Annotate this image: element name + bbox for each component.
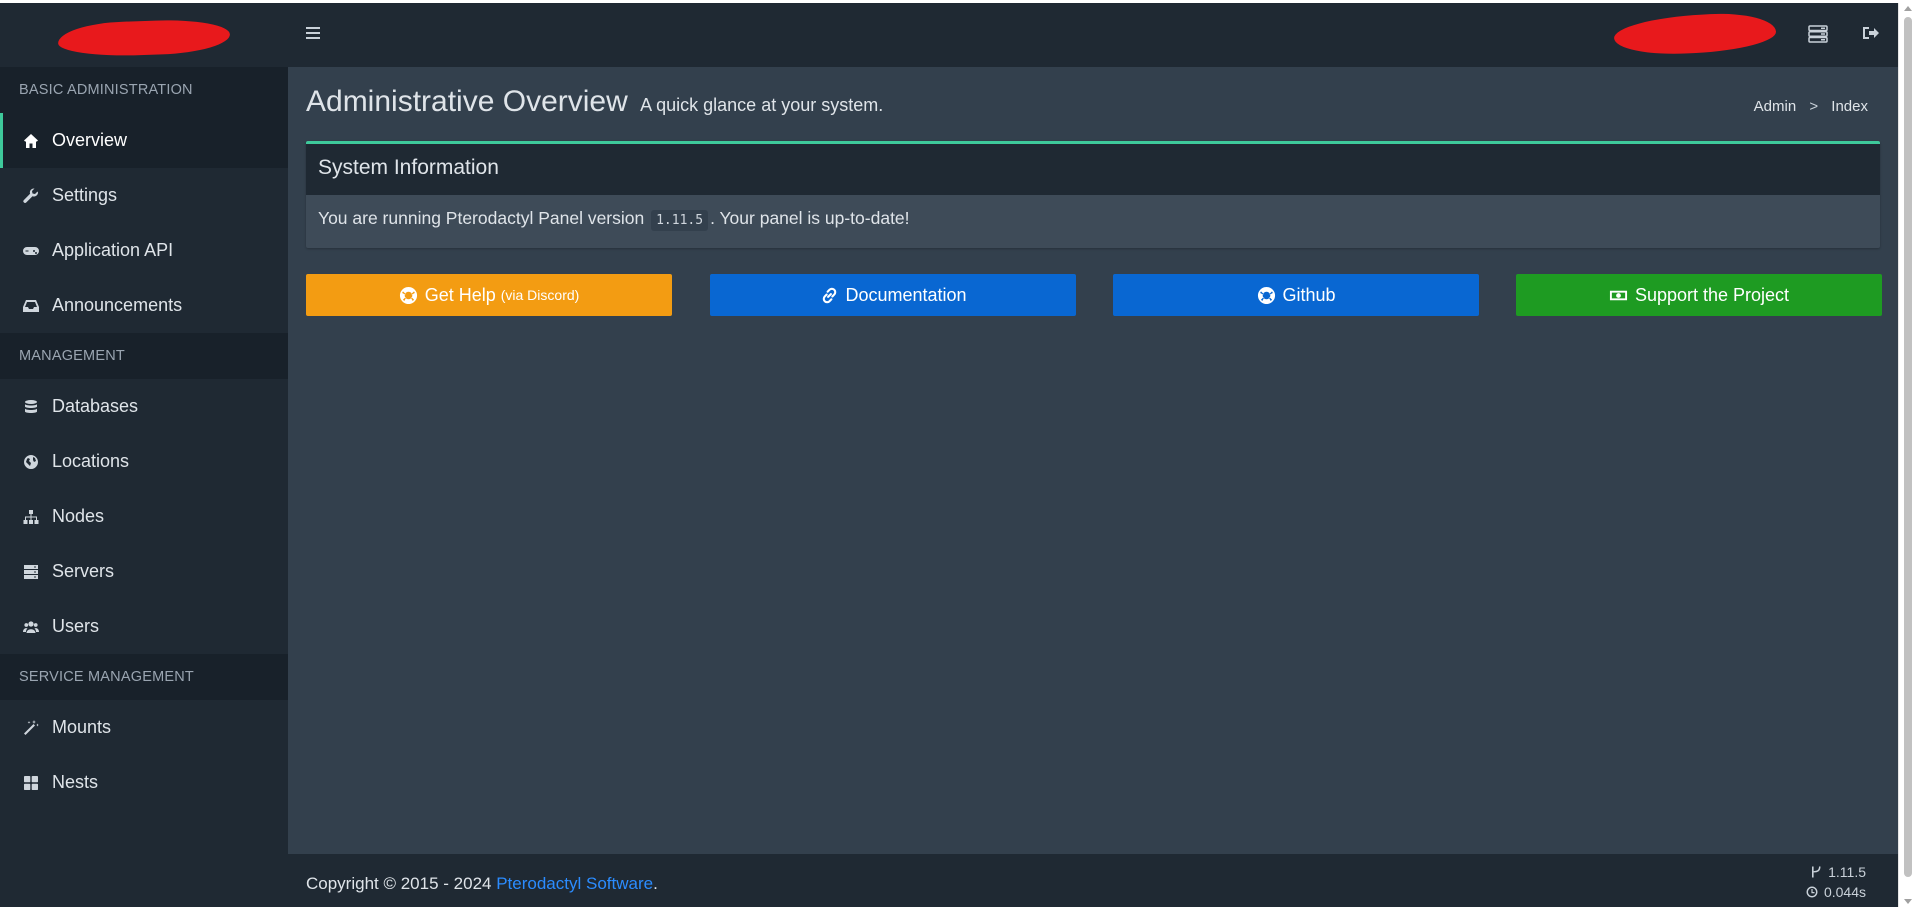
wrench-icon bbox=[22, 187, 40, 205]
sidebar-item-nests[interactable]: Nests bbox=[0, 755, 288, 810]
inbox-icon bbox=[22, 297, 40, 315]
gamepad-icon bbox=[22, 242, 40, 260]
redacted-logo bbox=[57, 18, 231, 58]
footer-meta: 1.11.5 0.044s bbox=[1806, 862, 1866, 902]
scrollbar-thumb[interactable] bbox=[1904, 17, 1912, 877]
sidebar-item-label: Mounts bbox=[52, 717, 112, 737]
copyright-prefix: Copyright © 2015 - 2024 bbox=[306, 874, 492, 893]
sidebar-item-mounts[interactable]: Mounts bbox=[0, 700, 288, 755]
scroll-down-icon[interactable] bbox=[1904, 899, 1912, 904]
sidebar-item-overview[interactable]: Overview bbox=[0, 113, 288, 168]
sidebar-item-label: Nests bbox=[52, 772, 99, 792]
sidebar: BASIC ADMINISTRATION Overview Settings A… bbox=[0, 67, 288, 907]
get-help-label: Get Help bbox=[424, 284, 496, 305]
home-icon bbox=[22, 132, 40, 150]
get-help-suffix: (via Discord) bbox=[500, 287, 580, 303]
support-project-label: Support the Project bbox=[1634, 284, 1790, 305]
magic-wand-icon bbox=[22, 719, 40, 737]
clock-icon bbox=[1806, 886, 1818, 898]
system-information-box: System Information You are running Ptero… bbox=[306, 141, 1880, 248]
github-button[interactable]: Github bbox=[1113, 274, 1479, 316]
users-icon bbox=[22, 618, 40, 636]
documentation-label: Documentation bbox=[845, 284, 967, 305]
sidebar-item-label: Application API bbox=[52, 240, 174, 260]
version-text-after: . Your panel is up-to-date! bbox=[710, 208, 910, 228]
system-information-title: System Information bbox=[306, 144, 1880, 195]
sidebar-toggle-icon[interactable] bbox=[306, 27, 320, 39]
documentation-button[interactable]: Documentation bbox=[710, 274, 1076, 316]
sidebar-item-label: Users bbox=[52, 616, 100, 636]
support-project-button[interactable]: Support the Project bbox=[1516, 274, 1882, 316]
sidebar-item-databases[interactable]: Databases bbox=[0, 379, 288, 434]
sign-out-icon[interactable] bbox=[1862, 25, 1884, 45]
sidebar-header-management: MANAGEMENT bbox=[0, 333, 288, 379]
github-label: Github bbox=[1282, 284, 1336, 305]
sidebar-item-settings[interactable]: Settings bbox=[0, 168, 288, 223]
footer-time: 0.044s bbox=[1823, 884, 1866, 900]
sidebar-item-label: Settings bbox=[52, 185, 118, 205]
breadcrumb-item-index: Index bbox=[1831, 98, 1868, 115]
breadcrumb-separator: > bbox=[1809, 98, 1819, 115]
sidebar-item-label: Locations bbox=[52, 451, 130, 471]
money-icon bbox=[1609, 285, 1629, 305]
sidebar-item-label: Nodes bbox=[52, 506, 105, 526]
database-icon bbox=[22, 398, 40, 416]
page-title-text: Administrative Overview bbox=[306, 85, 628, 118]
page-subtitle: A quick glance at your system. bbox=[640, 95, 884, 115]
version-text-before: You are running Pterodactyl Panel versio… bbox=[318, 208, 645, 228]
breadcrumb: Admin > Index bbox=[1754, 98, 1868, 115]
life-ring-icon bbox=[1256, 285, 1276, 305]
logo-area[interactable] bbox=[0, 3, 288, 67]
app-window: BASIC ADMINISTRATION Overview Settings A… bbox=[0, 3, 1898, 907]
life-ring-icon bbox=[399, 285, 419, 305]
sidebar-item-label: Databases bbox=[52, 396, 139, 416]
version-code: 1.11.5 bbox=[651, 210, 709, 231]
breadcrumb-item-admin[interactable]: Admin bbox=[1754, 98, 1797, 115]
sidebar-item-label: Servers bbox=[52, 561, 115, 581]
sidebar-header-basic: BASIC ADMINISTRATION bbox=[0, 67, 288, 113]
copyright-suffix: . bbox=[653, 874, 658, 893]
sidebar-item-users[interactable]: Users bbox=[0, 599, 288, 654]
sidebar-item-label: Announcements bbox=[52, 295, 183, 315]
page-title: Administrative Overview A quick glance a… bbox=[306, 85, 883, 119]
system-information-body: You are running Pterodactyl Panel versio… bbox=[306, 195, 1880, 242]
sitemap-icon bbox=[22, 508, 40, 526]
copyright: Copyright © 2015 - 2024 Pterodactyl Soft… bbox=[306, 874, 658, 894]
sidebar-item-label: Overview bbox=[52, 130, 128, 150]
sidebar-item-announcements[interactable]: Announcements bbox=[0, 278, 288, 333]
sidebar-header-service: SERVICE MANAGEMENT bbox=[0, 654, 288, 700]
sidebar-item-servers[interactable]: Servers bbox=[0, 544, 288, 599]
code-fork-icon bbox=[1812, 866, 1821, 878]
vertical-scrollbar[interactable] bbox=[1898, 3, 1917, 907]
main-content: Administrative Overview A quick glance a… bbox=[288, 67, 1898, 854]
servers-icon[interactable] bbox=[1808, 25, 1830, 45]
footer-version: 1.11.5 bbox=[1828, 864, 1866, 880]
footer: Copyright © 2015 - 2024 Pterodactyl Soft… bbox=[288, 854, 1898, 907]
sidebar-item-nodes[interactable]: Nodes bbox=[0, 489, 288, 544]
link-icon bbox=[819, 285, 839, 305]
get-help-button[interactable]: Get Help (via Discord) bbox=[306, 274, 672, 316]
sidebar-item-application-api[interactable]: Application API bbox=[0, 223, 288, 278]
sidebar-item-locations[interactable]: Locations bbox=[0, 434, 288, 489]
redacted-user-menu[interactable] bbox=[1613, 10, 1777, 58]
pterodactyl-link[interactable]: Pterodactyl Software bbox=[496, 874, 653, 893]
scroll-up-icon[interactable] bbox=[1904, 6, 1912, 11]
top-navbar bbox=[288, 3, 1898, 67]
footer-time-row: 0.044s bbox=[1806, 882, 1866, 902]
globe-icon bbox=[22, 453, 40, 471]
footer-version-row: 1.11.5 bbox=[1806, 862, 1866, 882]
th-large-icon bbox=[22, 774, 40, 792]
server-icon bbox=[22, 563, 40, 581]
